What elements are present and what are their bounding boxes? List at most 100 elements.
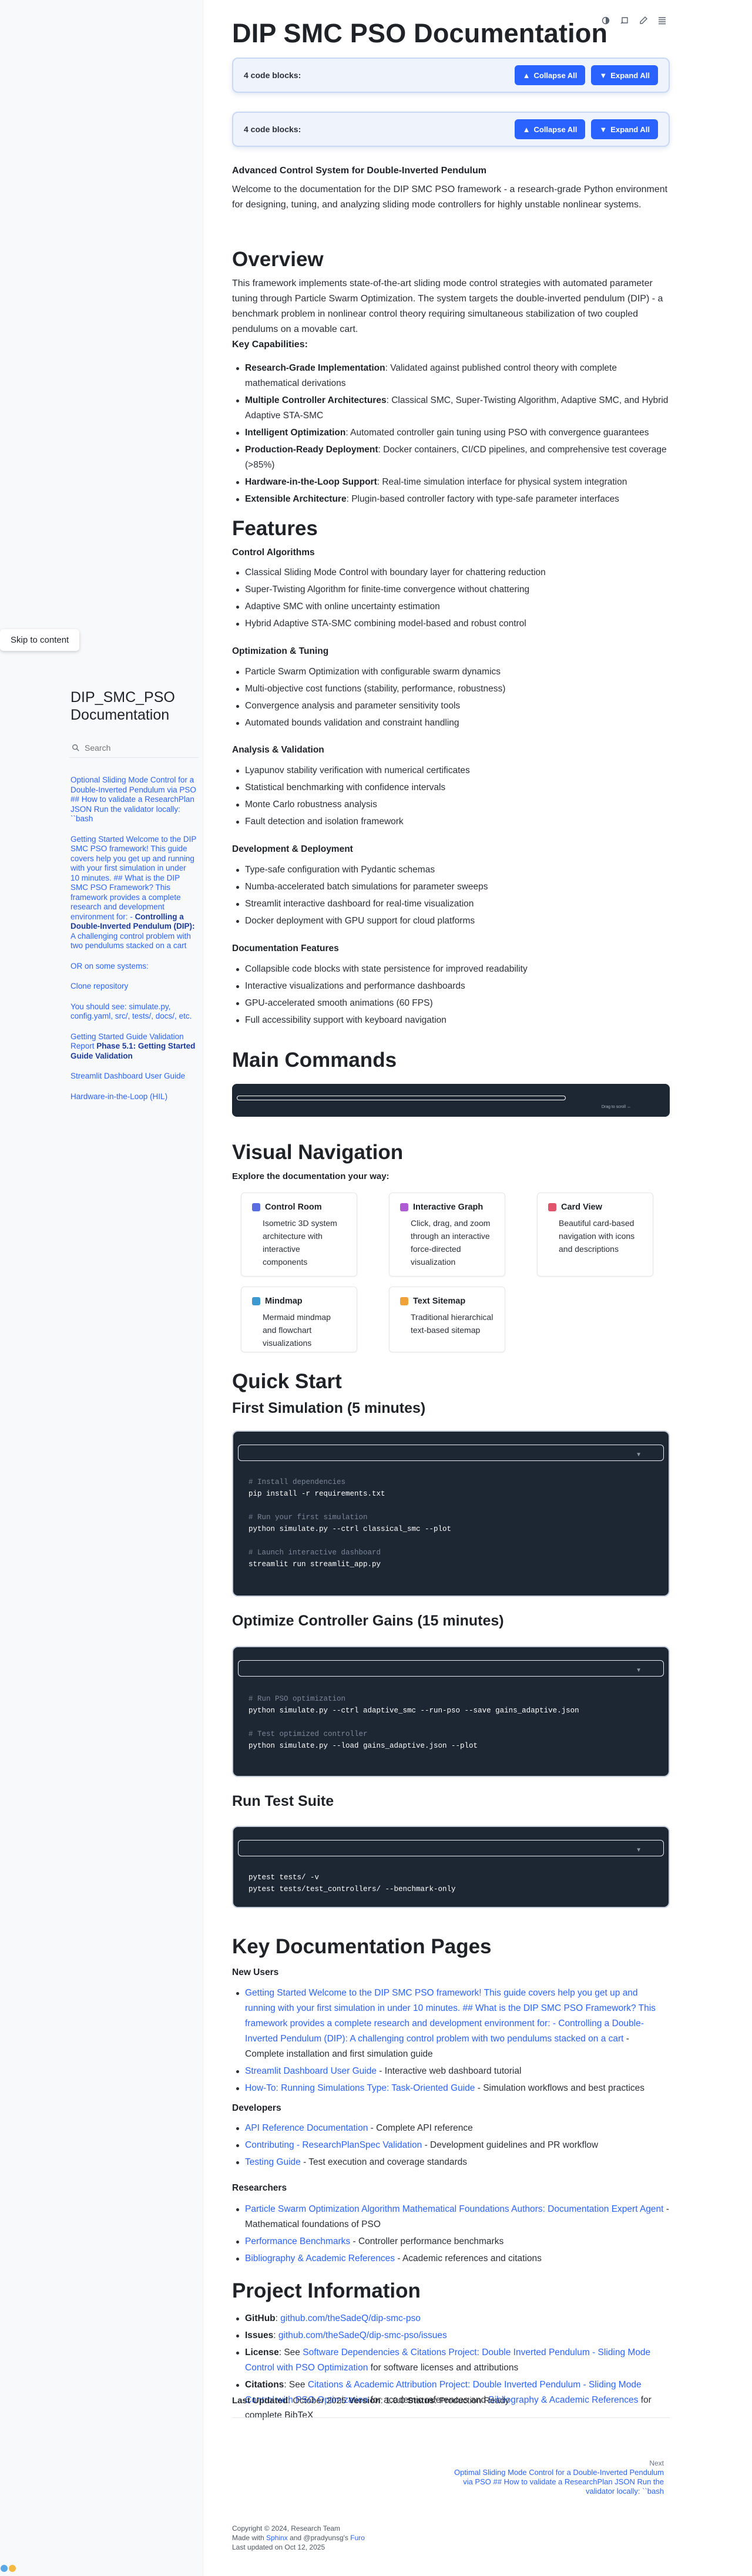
last-updated-line: Last Updated: October 2025 Version: 1.0.…	[232, 2393, 670, 2409]
list-item: License: See Software Dependencies & Cit…	[232, 2345, 670, 2376]
capability-name: Extensible Architecture	[245, 494, 347, 504]
sidebar-search[interactable]	[69, 738, 199, 758]
nav-card-card-view[interactable]: Card View Beautiful card-based navigatio…	[537, 1193, 653, 1277]
issues-link[interactable]: github.com/theSadeQ/dip-smc-pso/issues	[278, 2330, 447, 2340]
commands-scroll-panel[interactable]: Drag to scroll ↔	[232, 1084, 670, 1117]
list-item: Lyapunov stability verification with num…	[232, 763, 670, 778]
card-title: Interactive Graph	[413, 1203, 484, 1212]
footer: Copyright © 2024, Research Team Made wit…	[232, 2524, 365, 2552]
developers-heading: Developers	[232, 2103, 281, 2113]
doc-link[interactable]: Testing Guide	[245, 2157, 301, 2167]
list-item: Research-Grade Implementation: Validated…	[232, 361, 670, 391]
code-block[interactable]: ▼ # Run PSO optimization python simulate…	[232, 1646, 670, 1777]
sidebar-item-or-some-systems[interactable]: OR on some systems:	[70, 962, 197, 972]
developers-list: API Reference Documentation - Complete A…	[232, 2121, 670, 2172]
code-block[interactable]: ▼ pytest tests/ -v pytest tests/test_con…	[232, 1826, 670, 1908]
code-block-header[interactable]	[238, 1660, 664, 1677]
expand-all-button[interactable]: ▼ Expand All	[591, 119, 658, 139]
expand-all-button[interactable]: ▼ Expand All	[591, 65, 658, 85]
doc-link[interactable]: Bibliography & Academic References	[245, 2253, 395, 2263]
sidebar-item-clone-repo[interactable]: Clone repository	[70, 982, 197, 992]
doc-link[interactable]: Particle Swarm Optimization Algorithm Ma…	[245, 2204, 663, 2214]
collapse-chevron-icon[interactable]: ▼	[636, 1847, 642, 1853]
sidebar-item-label: Streamlit Dashboard User Guide	[70, 1072, 186, 1080]
github-link[interactable]: github.com/theSadeQ/dip-smc-pso	[280, 2313, 421, 2323]
code-block-header[interactable]	[238, 1840, 664, 1856]
list-item: Issues: github.com/theSadeQ/dip-smc-pso/…	[232, 2328, 670, 2343]
doc-link[interactable]: API Reference Documentation	[245, 2123, 368, 2133]
code-comment: # Run PSO optimization	[249, 1695, 346, 1703]
nav-card-mindmap[interactable]: Mindmap Mermaid mindmap and flowchart vi…	[241, 1287, 357, 1352]
sidebar-item-tail: A challenging control problem with two p…	[70, 931, 191, 951]
project-info-heading: Project Information	[232, 2279, 421, 2302]
sidebar-item-label: Getting Started Welcome to the DIP SMC P…	[70, 834, 197, 921]
doc-link[interactable]: How-To: Running Simulations Type: Task-O…	[245, 2083, 475, 2093]
made-with-text: and @pradyunsg's	[287, 2534, 351, 2542]
sidebar-item-streamlit-guide[interactable]: Streamlit Dashboard User Guide	[70, 1072, 197, 1082]
scroll-track[interactable]	[237, 1096, 566, 1100]
sidebar-item-validation-report[interactable]: Getting Started Guide Validation Report …	[70, 1032, 197, 1062]
feature-group-title: Analysis & Validation	[232, 745, 324, 755]
collapse-all-button[interactable]: ▲ Collapse All	[514, 119, 586, 139]
expand-all-label: Expand All	[610, 70, 650, 80]
capability-desc: : Plugin-based controller factory with t…	[346, 494, 619, 504]
collapse-icon: ▲	[522, 125, 531, 134]
code-block-header[interactable]	[238, 1445, 664, 1461]
list-item: Monte Carlo robustness analysis	[232, 797, 670, 812]
code-content: pytest tests/ -v pytest tests/test_contr…	[249, 1872, 456, 1895]
researchers-heading: Researchers	[232, 2183, 287, 2193]
mindmap-icon	[252, 1297, 260, 1305]
collapse-chevron-icon[interactable]: ▼	[636, 1452, 642, 1458]
bot-emoji-icons[interactable]	[0, 2563, 18, 2574]
list-item: Fault detection and isolation framework	[232, 814, 670, 829]
list-item: Super-Twisting Algorithm for finite-time…	[232, 582, 670, 597]
nav-card-control-room[interactable]: Control Room Isometric 3D system archite…	[241, 1193, 357, 1277]
nav-card-interactive-graph[interactable]: Interactive Graph Click, drag, and zoom …	[389, 1193, 505, 1277]
scroll-hint: Drag to scroll ↔	[601, 1105, 631, 1109]
list-item: How-To: Running Simulations Type: Task-O…	[232, 2081, 670, 2096]
doc-link[interactable]: Getting Started Welcome to the DIP SMC P…	[245, 1988, 656, 2044]
sidebar-item-getting-started[interactable]: Getting Started Welcome to the DIP SMC P…	[70, 835, 197, 951]
next-page-link[interactable]: Next Optimal Sliding Mode Control for a …	[446, 2459, 664, 2496]
doc-link[interactable]: Contributing - ResearchPlanSpec Validati…	[245, 2140, 422, 2150]
card-desc: Isometric 3D system architecture with in…	[263, 1218, 337, 1267]
edit-icon[interactable]	[637, 14, 650, 27]
sidebar-item-label: You should see: simulate.py, config.yaml…	[70, 1002, 192, 1021]
list-item: Collapsible code blocks with state persi…	[232, 962, 670, 977]
code-blocks-count: 4 code blocks:	[244, 125, 301, 134]
info-text: : See	[284, 2380, 308, 2390]
sidebar-item-hil[interactable]: Hardware-in-the-Loop (HIL)	[70, 1092, 197, 1102]
graph-icon	[400, 1203, 408, 1211]
code-block[interactable]: ▼ # Install dependencies pip install -r …	[232, 1430, 670, 1597]
view-source-icon[interactable]	[618, 14, 631, 27]
sidebar-nav: Optional Sliding Mode Control for a Doub…	[70, 775, 197, 1102]
doc-link[interactable]: Performance Benchmarks	[245, 2236, 350, 2246]
collapse-all-button[interactable]: ▲ Collapse All	[514, 65, 586, 85]
sidebar-item-label: Hardware-in-the-Loop (HIL)	[70, 1091, 168, 1101]
capability-name: Multiple Controller Architectures	[245, 395, 387, 405]
intro-subtitle: Advanced Control System for Double-Inver…	[232, 166, 486, 176]
card-icon	[548, 1203, 556, 1211]
expand-icon: ▼	[599, 125, 607, 134]
sidebar-brand[interactable]: DIP_SMC_PSO Documentation	[70, 688, 194, 724]
card-desc: Click, drag, and zoom through an interac…	[411, 1218, 491, 1267]
furo-link[interactable]: Furo	[350, 2534, 365, 2542]
doc-desc: - Academic references and citations	[395, 2253, 542, 2263]
search-input[interactable]	[85, 743, 190, 753]
doc-link[interactable]: Streamlit Dashboard User Guide	[245, 2066, 377, 2076]
sidebar-item-optimal-smc[interactable]: Optional Sliding Mode Control for a Doub…	[70, 775, 197, 824]
floating-widget-icons[interactable]	[0, 2563, 18, 2575]
card-desc: Beautiful card-based navigation with ico…	[559, 1218, 635, 1254]
capability-name: Production-Ready Deployment	[245, 445, 378, 455]
skip-to-content-link[interactable]: Skip to content	[0, 629, 80, 651]
sidebar-item-label: Clone repository	[70, 982, 129, 990]
status-value: : Production Ready	[434, 2396, 509, 2406]
feature-list: Classical Sliding Mode Control with boun…	[232, 565, 670, 633]
list-item: Automated bounds validation and constrai…	[232, 716, 670, 731]
toc-menu-icon[interactable]	[656, 14, 669, 27]
collapse-chevron-icon[interactable]: ▼	[636, 1667, 642, 1674]
sidebar-item-you-should-see[interactable]: You should see: simulate.py, config.yaml…	[70, 1002, 197, 1022]
sphinx-link[interactable]: Sphinx	[266, 2534, 288, 2542]
card-title: Card View	[561, 1203, 602, 1212]
nav-card-text-sitemap[interactable]: Text Sitemap Traditional hierarchical te…	[389, 1287, 505, 1352]
